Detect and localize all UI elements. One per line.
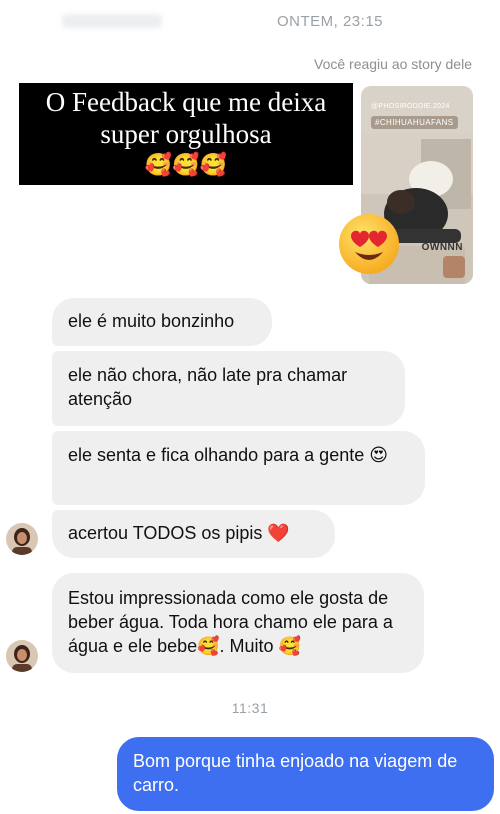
story-reaction-note: Você reagiu ao story dele (314, 56, 472, 72)
received-message[interactable]: acertou TODOS os pipis ❤️ (52, 510, 335, 558)
message-timestamp: 11:31 (231, 700, 269, 716)
banner-emojis: 🥰🥰🥰 (144, 152, 228, 177)
sent-message[interactable]: Bom porque tinha enjoado na viagem de ca… (117, 737, 494, 811)
story-hashtag: #CHIHUAHUAFANS (371, 116, 458, 129)
conversation-timestamp: ONTEM, 23:15 (276, 13, 384, 30)
story-brand: OWNNN (421, 242, 463, 253)
received-message[interactable]: ele não chora, não late pra chamar atenç… (52, 351, 405, 426)
banner-line-2: super orgulhosa (100, 119, 272, 149)
heart-eyes-reaction-icon (339, 214, 399, 274)
feedback-banner: O Feedback que me deixa super orgulhosa … (19, 83, 353, 185)
received-message[interactable]: ele senta e fica olhando para a gente 😍 (52, 431, 425, 505)
story-mini-avatar (443, 256, 465, 278)
sender-avatar[interactable] (6, 523, 38, 555)
sender-avatar[interactable] (6, 640, 38, 672)
story-handle: @PHOSIRODDIE.2024 (371, 103, 450, 110)
received-message[interactable]: Estou impressionada como ele gosta de be… (52, 573, 424, 673)
received-message[interactable]: ele é muito bonzinho (52, 298, 272, 346)
banner-line-1: O Feedback que me deixa (45, 87, 327, 117)
